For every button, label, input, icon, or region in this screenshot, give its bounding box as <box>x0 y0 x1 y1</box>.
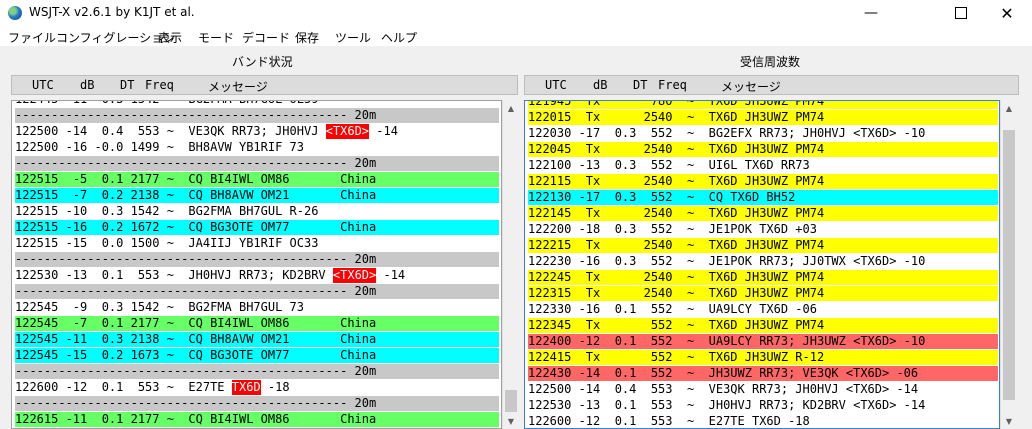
menu-mode[interactable]: モード <box>198 29 234 46</box>
decode-row[interactable]: 122545 -7 0.1 2177 ~ CQ BI4IWL OM86 Chin… <box>15 316 499 331</box>
band-activity-column-header: UTC dB DT Freq メッセージ <box>11 75 518 95</box>
col-utc: UTC <box>545 78 567 92</box>
decode-row[interactable]: 122230 -16 0.3 552 ~ JE1POK RR73; JJ0TWX… <box>528 254 998 269</box>
band-separator[interactable]: ----------------------------------------… <box>15 156 499 171</box>
close-button[interactable]: ✕ <box>984 0 1030 26</box>
menu-tools[interactable]: ツール <box>335 29 371 46</box>
decode-row[interactable]: 122500 -14 0.4 553 ~ VE3QK RR73; JH0HVJ … <box>528 382 998 397</box>
menu-file[interactable]: ファイル <box>8 29 56 46</box>
wsjtx-app-icon <box>8 6 22 20</box>
band-separator[interactable]: ----------------------------------------… <box>15 108 499 123</box>
maximize-icon <box>955 7 967 19</box>
col-db: dB <box>593 78 608 92</box>
decode-row[interactable]: 122500 -16 -0.0 1499 ~ BH8AVW YB1RIF 73 <box>15 140 499 155</box>
maximize-button[interactable] <box>938 0 984 26</box>
decode-row[interactable]: 122545 -11 0.3 2138 ~ CQ BH8AVW OM21 Chi… <box>15 332 499 347</box>
decode-row[interactable]: 122045 Tx 2540 ~ TX6D JH3UWZ PM74 <box>528 142 998 157</box>
decode-row[interactable]: 122130 -17 0.3 552 ~ CQ TX6D BH52 <box>528 190 998 205</box>
decode-row[interactable]: 122600 -12 0.1 553 ~ E27TE TX6D -18 <box>15 380 499 395</box>
decode-row[interactable]: 122015 Tx 2540 ~ TX6D JH3UWZ PM74 <box>528 110 998 125</box>
band-separator[interactable]: ----------------------------------------… <box>15 396 499 411</box>
decode-row[interactable]: 122600 -12 0.1 553 ~ E27TE TX6D -18 <box>528 414 998 428</box>
decode-row[interactable]: 122315 Tx 2540 ~ TX6D JH3UWZ PM74 <box>528 286 998 301</box>
decode-row[interactable]: 122145 Tx 2540 ~ TX6D JH3UWZ PM74 <box>528 206 998 221</box>
col-dt: DT <box>120 78 135 92</box>
decode-row[interactable]: 122545 -15 0.2 1673 ~ CQ BG3OTE OM77 Chi… <box>15 348 499 363</box>
decode-row[interactable]: 122615 -11 0.1 2177 ~ CQ BI4IWL OM86 Chi… <box>15 412 499 427</box>
title-bar: WSJT-X v2.6.1 by K1JT et al. — ✕ <box>0 0 1032 26</box>
scroll-up-icon[interactable]: ▲ <box>503 100 519 116</box>
menu-view[interactable]: 表示 <box>158 29 182 46</box>
decode-row[interactable]: 122515 -16 0.2 1672 ~ CQ BG3OTE OM77 Chi… <box>15 220 499 235</box>
message-text: 122500 -14 0.4 553 ~ VE3QK RR73; JH0HVJ <box>15 124 326 138</box>
col-freq: Freq <box>658 78 687 92</box>
scroll-thumb[interactable] <box>1003 130 1015 400</box>
col-dt: DT <box>633 78 648 92</box>
decode-row[interactable]: 122245 Tx 2540 ~ TX6D JH3UWZ PM74 <box>528 270 998 285</box>
decode-row[interactable]: 122400 -12 0.1 552 ~ UA9LCY RR73; JH3UWZ… <box>528 334 998 349</box>
col-db: dB <box>80 78 95 92</box>
band-activity-scrollbar[interactable]: ▲ ▼ <box>502 100 519 429</box>
decode-row[interactable]: 122500 -14 0.4 553 ~ VE3QK RR73; JH0HVJ … <box>15 124 499 139</box>
decode-row[interactable]: 121945 Tx 780 ~ TX6D JH3UWZ PM74 <box>528 101 998 109</box>
col-message: メッセージ <box>721 80 781 94</box>
menu-help[interactable]: ヘルプ <box>381 29 417 46</box>
menu-save[interactable]: 保存 <box>295 29 319 46</box>
rx-frequency-column-header: UTC dB DT Freq メッセージ <box>524 75 1019 95</box>
decode-row[interactable]: 122345 Tx 552 ~ TX6D JH3UWZ PM74 <box>528 318 998 333</box>
decode-row[interactable]: 122515 -5 0.1 2177 ~ CQ BI4IWL OM86 Chin… <box>15 172 499 187</box>
band-separator[interactable]: ----------------------------------------… <box>15 364 499 379</box>
band-activity-list[interactable]: 122445 -11 0.3 1542 ~ BG2FMA BH7GUL OL59… <box>11 100 502 429</box>
decode-row[interactable]: 122100 -13 0.3 552 ~ UI6L TX6D RR73 <box>528 158 998 173</box>
band-activity-title: バンド状況 <box>232 55 293 69</box>
close-icon: ✕ <box>1000 3 1014 23</box>
decode-row[interactable]: 122515 -10 0.3 1542 ~ BG2FMA BH7GUL R-26 <box>15 204 499 219</box>
minimize-button[interactable]: — <box>848 0 894 26</box>
menu-decode[interactable]: デコード <box>242 29 290 46</box>
decode-row[interactable]: 122515 -7 0.2 2138 ~ CQ BH8AVW OM21 Chin… <box>15 188 499 203</box>
highlighted-callsign: <TX6D> <box>332 268 377 283</box>
decode-row[interactable]: 122530 -13 0.1 553 ~ JH0HVJ RR73; KD2BRV… <box>528 398 998 413</box>
decode-row[interactable]: 122430 -14 0.1 552 ~ JH3UWZ RR73; VE3QK … <box>528 366 998 381</box>
message-text: -14 <box>369 124 398 138</box>
message-text: 122530 -13 0.1 553 ~ JH0HVJ RR73; KD2BRV <box>15 268 333 282</box>
decode-row[interactable]: 122530 -13 0.1 553 ~ JH0HVJ RR73; KD2BRV… <box>15 268 499 283</box>
decode-row[interactable]: 122545 -9 0.3 1542 ~ BG2FMA BH7GUL 73 <box>15 300 499 315</box>
decode-row[interactable]: 122330 -16 0.1 552 ~ UA9LCY TX6D -06 <box>528 302 998 317</box>
message-text: -14 <box>376 268 406 282</box>
highlighted-callsign: TX6D <box>231 380 261 395</box>
band-separator[interactable]: ----------------------------------------… <box>15 284 499 299</box>
menu-bar: ファイル コンフィグレーション 表示 モード デコード 保存 ツール ヘルプ <box>0 26 1032 46</box>
decode-row[interactable]: 122445 -11 0.3 1542 ~ BG2FMA BH7GUL OL59 <box>15 101 499 107</box>
window-title: WSJT-X v2.6.1 by K1JT et al. <box>29 5 195 19</box>
rx-frequency-scrollbar[interactable]: ▲ ▼ <box>1000 100 1017 429</box>
decode-row[interactable]: 122200 -18 0.3 552 ~ JE1POK TX6D +03 <box>528 222 998 237</box>
decode-row[interactable]: 122415 Tx 552 ~ TX6D JH3UWZ R-12 <box>528 350 998 365</box>
highlighted-callsign: <TX6D> <box>325 124 370 139</box>
scroll-up-icon[interactable]: ▲ <box>1001 100 1017 116</box>
scroll-thumb[interactable] <box>505 390 517 412</box>
minimize-icon: — <box>864 5 878 21</box>
decode-row[interactable]: 122215 Tx 2540 ~ TX6D JH3UWZ PM74 <box>528 238 998 253</box>
message-text: 122600 -12 0.1 553 ~ E27TE <box>15 380 232 394</box>
decode-row[interactable]: 122515 -15 0.0 1500 ~ JA4IIJ YB1RIF OC33 <box>15 236 499 251</box>
decode-row[interactable]: 122030 -17 0.3 552 ~ BG2EFX RR73; JH0HVJ… <box>528 126 998 141</box>
band-separator[interactable]: ----------------------------------------… <box>15 252 499 267</box>
col-message: メッセージ <box>208 80 268 94</box>
rx-frequency-list[interactable]: 121945 Tx 780 ~ TX6D JH3UWZ PM74 122015 T… <box>524 100 1000 429</box>
scroll-down-icon[interactable]: ▼ <box>503 413 519 429</box>
col-utc: UTC <box>32 78 54 92</box>
message-text: -18 <box>260 380 290 394</box>
scroll-down-icon[interactable]: ▼ <box>1001 413 1017 429</box>
rx-frequency-title: 受信周波数 <box>740 55 801 69</box>
decode-row[interactable]: 122115 Tx 2540 ~ TX6D JH3UWZ PM74 <box>528 174 998 189</box>
col-freq: Freq <box>145 78 174 92</box>
